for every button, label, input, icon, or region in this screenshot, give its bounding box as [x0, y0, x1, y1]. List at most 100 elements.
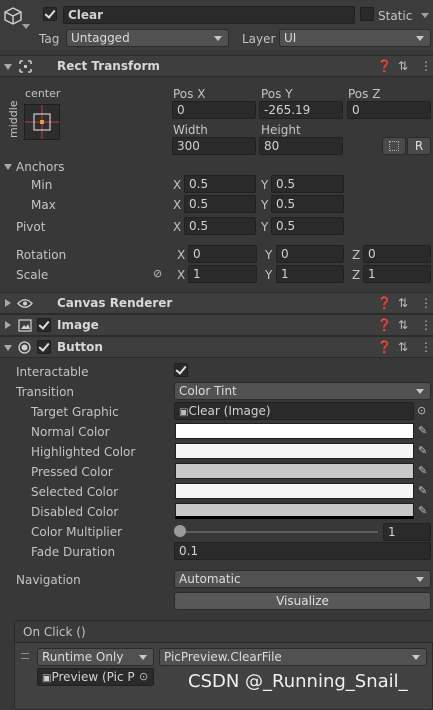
pressed-color-label: Pressed Color [31, 465, 113, 479]
raw-edit-button[interactable]: R [407, 137, 431, 155]
collapse-triangle-icon[interactable] [4, 64, 12, 70]
help-icon[interactable]: ❓ [377, 59, 392, 73]
scale-z-field[interactable]: 1 [363, 265, 431, 283]
pivot-x-axis-label: X [173, 220, 182, 234]
button-enabled-toggle[interactable] [37, 340, 51, 354]
color-multiplier-thumb[interactable] [174, 525, 186, 537]
expand-triangle-icon[interactable] [5, 299, 11, 307]
pos-x-field[interactable]: 0 [172, 101, 256, 119]
normal-color-swatch[interactable] [175, 423, 414, 439]
help-icon[interactable]: ❓ [377, 318, 392, 332]
pressed-color-swatch[interactable] [175, 463, 414, 479]
menu-icon[interactable]: ⋮ [420, 318, 432, 332]
gameobject-name-field[interactable]: Clear [63, 6, 355, 24]
normal-color-label: Normal Color [31, 425, 110, 439]
max-x-axis-label: X [173, 198, 182, 212]
min-y-axis-label: Y [261, 178, 269, 192]
drag-handle-icon[interactable] [21, 653, 29, 659]
navigation-dropdown[interactable]: Automatic [174, 570, 431, 588]
selected-color-swatch[interactable] [175, 483, 414, 499]
object-picker-icon[interactable]: ⊙ [139, 670, 148, 684]
static-toggle[interactable] [360, 7, 374, 21]
menu-icon[interactable]: ⋮ [420, 59, 432, 73]
min-x-axis-label: X [173, 178, 182, 192]
pivot-x-field[interactable]: 0.5 [184, 217, 256, 235]
highlighted-color-swatch[interactable] [175, 443, 414, 459]
button-header[interactable]: Button ❓ ⇅ ⋮ [0, 336, 433, 358]
canvas-renderer-header[interactable]: Canvas Renderer ❓ ⇅ ⋮ [0, 292, 433, 314]
menu-icon[interactable]: ⋮ [420, 340, 432, 354]
max-y-field[interactable]: 0.5 [271, 195, 344, 213]
min-x-field[interactable]: 0.5 [184, 175, 256, 193]
pivot-y-field[interactable]: 0.5 [271, 217, 344, 235]
scale-z-axis-label: Z [352, 268, 361, 282]
pos-z-label: Pos Z [348, 87, 381, 101]
navigation-label: Navigation [16, 573, 81, 587]
image-title: Image [57, 318, 99, 332]
image-header[interactable]: Image ❓ ⇅ ⋮ [0, 314, 433, 336]
color-multiplier-label: Color Multiplier [31, 525, 123, 539]
target-graphic-label: Target Graphic [31, 405, 119, 419]
eyedropper-icon[interactable]: ✎ [418, 504, 430, 518]
gameobject-cube-icon [4, 7, 22, 25]
scale-y-field[interactable]: 1 [276, 265, 344, 283]
min-y-field[interactable]: 0.5 [271, 175, 344, 193]
scale-x-field[interactable]: 1 [188, 265, 257, 283]
presets-icon[interactable]: ⇅ [398, 59, 408, 73]
height-field[interactable]: 80 [259, 137, 343, 155]
eyedropper-icon[interactable]: ✎ [418, 444, 430, 458]
rect-transform-header[interactable]: Rect Transform ❓ ⇅ ⋮ [0, 55, 433, 77]
interactable-toggle[interactable] [174, 363, 188, 377]
max-y-axis-label: Y [261, 198, 269, 212]
anchor-preset-side-label: middle [7, 100, 20, 138]
presets-icon[interactable]: ⇅ [398, 340, 408, 354]
color-multiplier-slider[interactable] [178, 531, 378, 533]
anchors-collapse-icon[interactable] [4, 164, 12, 170]
visualize-button[interactable]: Visualize [174, 592, 431, 610]
target-object-field[interactable]: ▣Preview (Pic P [37, 668, 154, 686]
anchors-label: Anchors [16, 160, 65, 174]
eyedropper-icon[interactable]: ✎ [418, 464, 430, 478]
menu-icon[interactable]: ⋮ [420, 296, 432, 310]
target-graphic-field[interactable]: ▣Clear (Image) [174, 402, 414, 420]
image-enabled-toggle[interactable] [37, 318, 51, 332]
color-multiplier-field[interactable]: 1 [383, 523, 431, 541]
max-x-field[interactable]: 0.5 [184, 195, 256, 213]
runtime-mode-dropdown[interactable]: Runtime Only [37, 648, 154, 666]
rotation-x-field[interactable]: 0 [188, 245, 257, 263]
active-toggle[interactable] [43, 7, 57, 21]
anchor-preset-button[interactable] [24, 104, 60, 140]
icon-dropdown-chevron-icon[interactable] [22, 24, 30, 30]
pos-z-field[interactable]: 0 [347, 101, 431, 119]
help-icon[interactable]: ❓ [377, 296, 392, 310]
fade-duration-field[interactable]: 0.1 [174, 542, 431, 560]
pos-y-label: Pos Y [261, 87, 293, 101]
object-picker-icon[interactable]: ⊙ [417, 404, 426, 418]
eyedropper-icon[interactable]: ✎ [418, 484, 430, 498]
scale-y-axis-label: Y [265, 268, 273, 282]
canvas-renderer-title: Canvas Renderer [57, 296, 173, 310]
help-icon[interactable]: ❓ [377, 340, 392, 354]
blueprint-mode-button[interactable] [382, 137, 406, 155]
min-label: Min [31, 178, 53, 192]
scale-x-axis-label: X [177, 268, 186, 282]
width-field[interactable]: 300 [172, 137, 256, 155]
layer-dropdown[interactable]: UI [279, 29, 431, 47]
tag-dropdown[interactable]: Untagged [66, 29, 229, 47]
eyedropper-icon[interactable]: ✎ [418, 424, 430, 438]
constrain-proportions-icon[interactable]: ⊘ [153, 267, 162, 281]
image-component-icon [18, 319, 32, 332]
disabled-color-swatch[interactable] [175, 503, 414, 519]
disabled-color-label: Disabled Color [31, 505, 119, 519]
transition-dropdown[interactable]: Color Tint [174, 382, 431, 400]
presets-icon[interactable]: ⇅ [398, 318, 408, 332]
static-dropdown-chevron-icon[interactable] [421, 13, 429, 19]
expand-triangle-icon[interactable] [5, 321, 11, 329]
function-dropdown[interactable]: PicPreview.ClearFile [159, 648, 427, 666]
rotation-z-field[interactable]: 0 [363, 245, 431, 263]
pos-y-field[interactable]: -265.19 [259, 101, 343, 119]
button-title: Button [57, 340, 103, 354]
presets-icon[interactable]: ⇅ [398, 296, 408, 310]
collapse-triangle-icon[interactable] [4, 345, 12, 351]
rotation-y-field[interactable]: 0 [276, 245, 344, 263]
